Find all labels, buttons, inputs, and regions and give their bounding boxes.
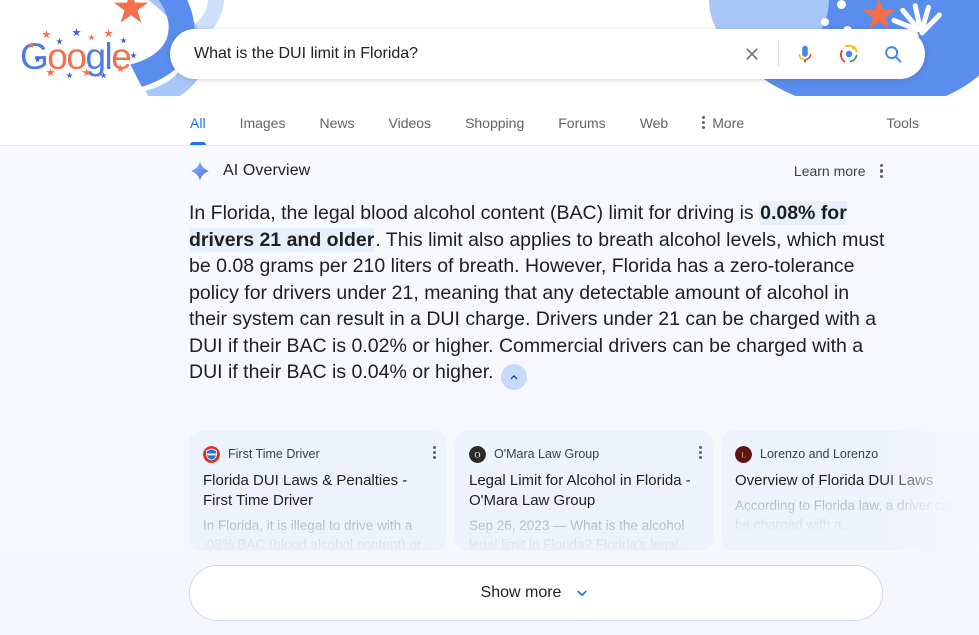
first-time-driver-favicon-icon (203, 445, 220, 463)
tab-videos[interactable]: Videos (372, 100, 449, 145)
source-card-title: Legal Limit for Alcohol in Florida - O'M… (469, 472, 691, 509)
source-card-site: First Time Driver (228, 447, 320, 461)
more-filters-button[interactable]: More (685, 100, 761, 145)
microphone-icon (798, 45, 812, 63)
more-filters-label: More (712, 114, 745, 131)
logo-letter-o1: o (47, 36, 68, 77)
source-card[interactable]: O O'Mara Law Group Legal Limit for Alcoh… (455, 431, 713, 551)
logo-letter-g1: G (20, 36, 49, 77)
kebab-menu-icon (702, 116, 706, 129)
source-card[interactable]: L Lorenzo and Lorenzo Overview of Florid… (721, 431, 979, 551)
results-nav-bar: All Images News Videos Shopping Forums W… (0, 100, 979, 146)
ai-overview-menu-icon[interactable] (879, 163, 883, 179)
search-bar[interactable] (170, 29, 925, 79)
tab-web[interactable]: Web (623, 100, 686, 145)
ai-source-cards: First Time Driver Florida DUI Laws & Pen… (189, 431, 979, 551)
tab-all[interactable]: All (190, 100, 223, 145)
tab-forums-label: Forums (558, 114, 606, 131)
tab-forums[interactable]: Forums (541, 100, 622, 145)
source-card[interactable]: First Time Driver Florida DUI Laws & Pen… (189, 431, 447, 551)
ai-overview-text: In Florida, the legal blood alcohol cont… (189, 200, 889, 390)
search-divider (778, 42, 779, 66)
source-card-title: Florida DUI Laws & Penalties - First Tim… (203, 472, 408, 509)
ai-overview-content: AI Overview Learn more In Florida, the l… (189, 146, 979, 390)
tab-shopping[interactable]: Shopping (448, 100, 541, 145)
tab-news-label: News (319, 114, 355, 131)
search-submit-button[interactable] (871, 32, 915, 76)
ai-sparkle-icon (191, 161, 209, 181)
lens-search-button[interactable] (827, 32, 871, 76)
tools-button[interactable]: Tools (886, 100, 919, 145)
source-card-snippet: Sep 26, 2023 — What is the alcohol legal… (469, 518, 690, 551)
tab-web-label: Web (639, 114, 669, 131)
source-card-header: O O'Mara Law Group (469, 444, 699, 464)
tab-all-label: All (190, 114, 206, 131)
logo-letter-o2: o (66, 36, 87, 77)
ai-text-part-1: In Florida, the legal blood alcohol cont… (189, 202, 760, 224)
ai-overview-title: AI Overview (223, 162, 311, 179)
tab-shopping-label: Shopping (465, 114, 525, 131)
source-card-menu-icon[interactable] (433, 446, 436, 459)
voice-search-button[interactable] (783, 32, 827, 76)
ai-overview-actions: Learn more (794, 163, 883, 179)
search-results-page: Google What is the DUI limit in Florida?… (0, 0, 979, 635)
show-more-button[interactable]: Show more (189, 565, 883, 621)
chevron-down-icon (577, 590, 588, 597)
page-header: Google (0, 0, 979, 96)
tab-images-label: Images (239, 114, 286, 131)
google-logo[interactable]: Google (20, 36, 158, 78)
lorenzo-favicon-icon: L (735, 445, 752, 463)
tab-videos-label: Videos (388, 114, 432, 131)
search-icon (885, 46, 902, 63)
learn-more-link[interactable]: Learn more (794, 163, 866, 179)
svg-text:L: L (741, 450, 746, 459)
chevron-up-icon (510, 375, 517, 380)
source-card-menu-icon[interactable] (699, 446, 702, 459)
source-card-site: Lorenzo and Lorenzo (760, 447, 879, 461)
tools-label: Tools (886, 114, 919, 131)
logo-letter-g2: g (85, 36, 106, 77)
search-input[interactable] (170, 45, 730, 63)
google-lens-icon (840, 44, 858, 63)
tab-images[interactable]: Images (223, 100, 303, 145)
source-card-header: First Time Driver (203, 444, 433, 464)
svg-text:O: O (474, 449, 480, 459)
search-tabs: All Images News Videos Shopping Forums W… (190, 100, 761, 145)
clear-search-button[interactable] (730, 32, 774, 76)
source-card-snippet: In Florida, it is illegal to drive with … (203, 518, 432, 551)
ai-overview-header: AI Overview Learn more (189, 146, 883, 196)
tab-news[interactable]: News (302, 100, 371, 145)
collapse-ai-overview-button[interactable] (500, 364, 527, 390)
omara-law-group-favicon-icon: O (469, 445, 486, 463)
close-icon (746, 48, 758, 60)
source-card-fade (879, 431, 979, 551)
ai-overview-panel: AI Overview Learn more In Florida, the l… (0, 146, 979, 635)
source-card-site: O'Mara Law Group (494, 447, 600, 461)
logo-letter-e: e (111, 36, 132, 77)
show-more-label: Show more (480, 584, 562, 601)
